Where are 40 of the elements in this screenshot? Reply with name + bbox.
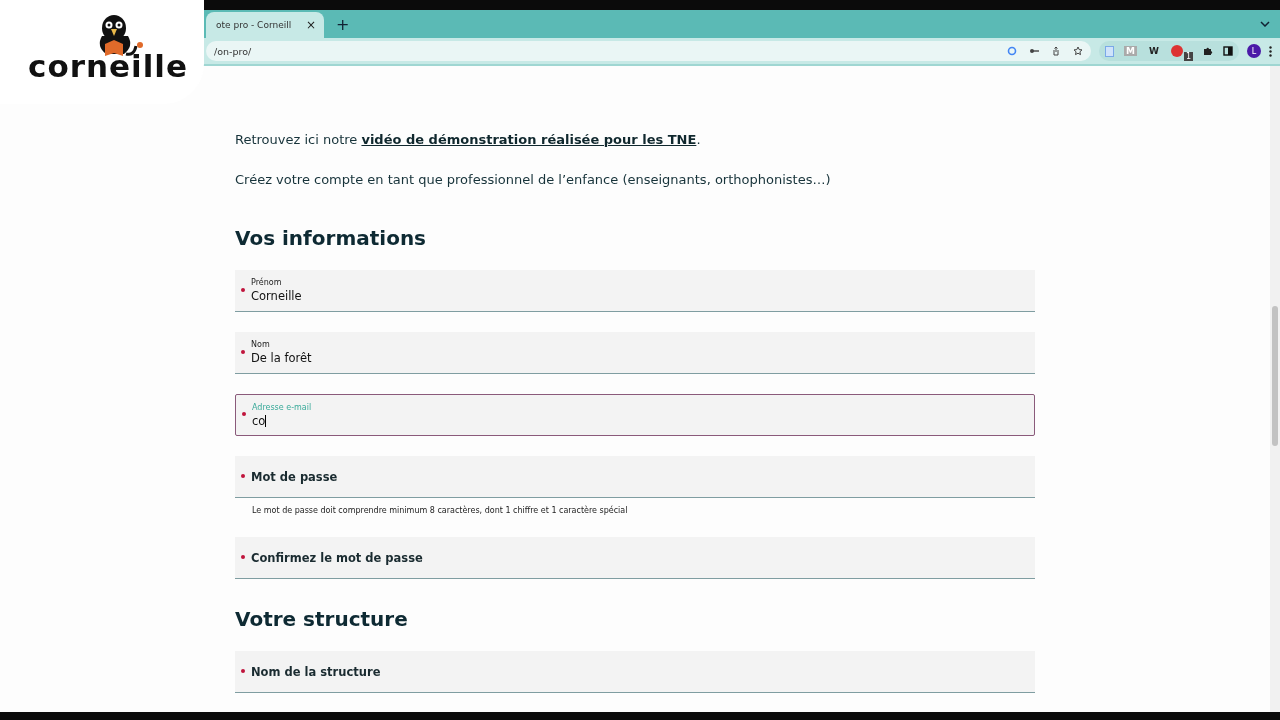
field-label: Prénom [251,278,283,287]
url-text: /on-pro/ [214,45,253,57]
field-value: co [252,413,268,428]
puzzle-icon[interactable] [1203,46,1213,56]
extension-badge: 1 [1183,52,1193,61]
share-icon[interactable] [1051,46,1061,56]
extension-icon[interactable]: W [1146,46,1161,56]
intro-text: Créez votre compte en tant que professionnel de l’enfance (enseignants, orthophonistes…) [235,172,832,188]
field-hint: Le mot de passe doit comprendre minimum 8 caractères, dont 1 chiffre et 1 caractère spécial [252,506,629,515]
close-icon[interactable]: × [305,18,316,32]
field-value: De la forêt [251,351,313,365]
field-label: Nom [251,340,271,349]
sidebar-icon[interactable] [1223,46,1233,56]
browser-tab[interactable]: ote pro - Corneill × [206,12,324,38]
field-placeholder: Nom de la structure [251,664,382,679]
field-placeholder: Confirmez le mot de passe [251,550,424,565]
section-heading: Votre structure [235,607,409,631]
key-icon[interactable] [1029,46,1039,56]
video-link[interactable]: vidéo de démonstration réalisée pour les TNE [361,132,697,147]
input-field[interactable]: Mot de passe [235,456,1035,498]
logo-text: corneille [28,48,188,84]
intro-text: Retrouvez ici notre [235,132,359,147]
intro-text: . [696,132,701,147]
adblock-icon[interactable] [1170,45,1183,57]
input-field[interactable]: Nom de la structure [235,651,1035,693]
address-bar[interactable]: /on-pro/ [206,41,1091,61]
new-tab-button[interactable]: + [336,14,350,34]
field-value: Corneille [251,289,303,303]
section-heading: Vos informations [235,226,428,250]
profile-avatar[interactable]: L [1247,44,1261,58]
field-label: Adresse e-mail [252,402,313,412]
more-menu-icon[interactable] [1269,45,1272,57]
star-icon[interactable] [1073,46,1083,56]
input-field[interactable]: Adresse e-mail co [235,394,1035,436]
input-field[interactable]: Prénom Corneille [235,270,1035,312]
google-icon[interactable] [1007,46,1017,56]
field-placeholder: Mot de passe [251,469,339,484]
chevron-down-icon[interactable] [1260,21,1270,27]
input-field[interactable]: Confirmez le mot de passe [235,537,1035,579]
input-field[interactable]: Nom De la forêt [235,332,1035,374]
